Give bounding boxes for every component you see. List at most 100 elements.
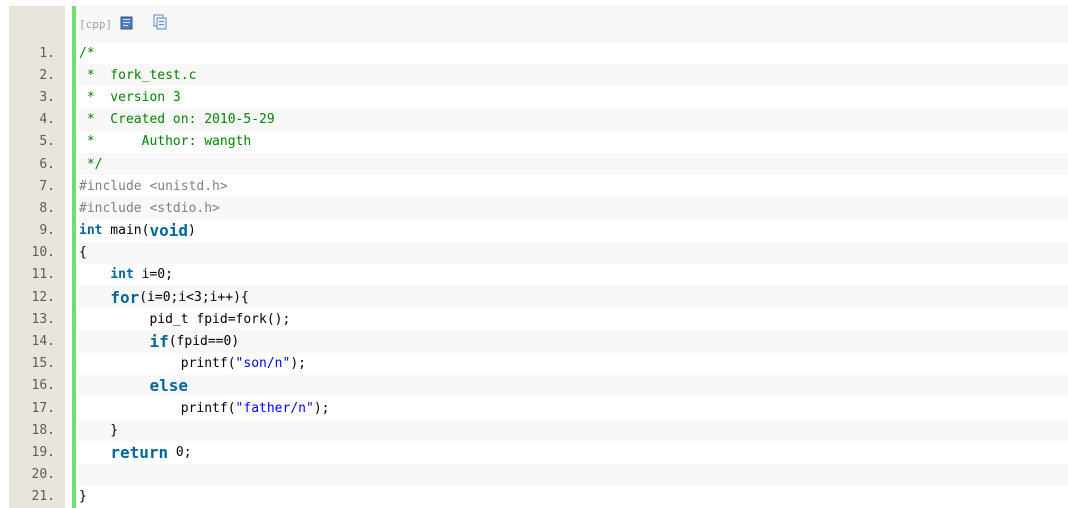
line-number: 10. <box>31 245 55 261</box>
code-token: pid_t fpid=fork(); <box>79 311 291 327</box>
code-token: * fork_test.c <box>79 67 197 83</box>
code-token: void <box>149 221 188 241</box>
code-text: { <box>79 241 1068 264</box>
code-token: #include <unistd.h> <box>79 178 228 194</box>
code-token: i=0; <box>133 267 173 283</box>
line-number: 13. <box>31 311 55 327</box>
code-text: for (i=0;i<3;i++){ <box>79 286 1068 309</box>
code-line: 15. printf("son/n"); <box>9 353 1068 375</box>
code-line: 5. * Author: wangth <box>9 131 1068 153</box>
code-line: 12. for (i=0;i<3;i++){ <box>9 286 1068 309</box>
code-token: return <box>110 442 169 462</box>
code-token: ); <box>290 356 306 372</box>
line-number: 11. <box>31 267 55 283</box>
code-text: } <box>79 419 1068 442</box>
code-text: int i=0; <box>79 264 1068 286</box>
code-token: int <box>79 223 103 239</box>
code-text: else <box>79 374 1068 397</box>
view-plain-icon[interactable] <box>120 15 133 34</box>
code-text: * Created on: 2010-5-29 <box>79 108 1068 131</box>
code-token: { <box>79 245 87 261</box>
code-token: */ <box>79 156 103 172</box>
code-token: "father/n" <box>235 400 314 416</box>
code-token: } <box>79 489 87 505</box>
code-token: ); <box>313 400 330 416</box>
code-line: 16. else <box>9 374 1068 397</box>
line-number: 4. <box>39 112 55 128</box>
code-line: 17. printf("father/n"); <box>9 397 1068 419</box>
code-line: 21.} <box>9 486 1068 508</box>
line-number: 5. <box>39 134 55 150</box>
line-number: 15. <box>31 356 55 372</box>
code-token: "son/n" <box>235 356 291 372</box>
code-text: * fork_test.c <box>79 64 1068 87</box>
code-text: if (fpid==0) <box>79 330 1068 353</box>
code-token: ) <box>187 223 196 239</box>
code-token: /* <box>79 45 95 61</box>
code-line: 9. int main(void) <box>9 220 1068 242</box>
code-token: printf( <box>79 400 236 416</box>
code-text: * Author: wangth <box>79 131 1068 153</box>
code-line: 7. #include <unistd.h> <box>9 175 1068 197</box>
line-number: 7. <box>39 178 55 194</box>
line-number: 14. <box>31 334 55 350</box>
code-token: for <box>110 287 140 307</box>
code-text: return 0; <box>79 441 1068 463</box>
line-number: 9. <box>39 223 55 239</box>
code-line: 2. * fork_test.c <box>9 64 1068 87</box>
code-line: 19. return 0; <box>9 441 1068 463</box>
code-token: printf( <box>79 356 236 372</box>
copy-icon[interactable] <box>153 14 167 34</box>
code-line: 3. * version 3 <box>9 86 1068 108</box>
code-line: 14. if (fpid==0) <box>9 330 1068 353</box>
code-line: 8. #include <stdio.h> <box>9 197 1068 220</box>
code-token: } <box>79 422 119 438</box>
code-text: printf("father/n"); <box>79 397 1068 419</box>
code-line: 6. */ <box>9 152 1068 176</box>
line-number: 12. <box>31 289 55 305</box>
code-text: * version 3 <box>79 86 1068 108</box>
code-token: 0; <box>168 444 192 460</box>
code-token: * version 3 <box>79 89 181 105</box>
code-token: else <box>149 376 188 396</box>
line-number: 3. <box>39 89 55 105</box>
code-text <box>79 463 1068 486</box>
line-number: 20. <box>31 467 55 483</box>
code-text: /* <box>79 42 1068 64</box>
code-text: pid_t fpid=fork(); <box>79 308 1068 330</box>
code-lines: 1./* 2. * fork_test.c 3. * version 3 4. * C… <box>9 42 1068 508</box>
line-number: 16. <box>31 378 55 394</box>
code-text: printf("son/n"); <box>79 353 1068 375</box>
code-toolbar: [cpp] <box>79 6 1068 42</box>
code-token: if <box>149 332 169 352</box>
code-text: #include <stdio.h> <box>79 197 1068 220</box>
code-token: * Created on: 2010-5-29 <box>79 112 275 128</box>
code-line: 20. <box>9 463 1068 486</box>
code-text: #include <unistd.h> <box>79 175 1068 197</box>
code-token: main( <box>102 223 150 239</box>
code-line: 13. pid_t fpid=fork(); <box>9 308 1068 330</box>
code-line: 10. { <box>9 241 1068 264</box>
line-number: 17. <box>31 400 55 416</box>
line-number: 21. <box>31 489 55 505</box>
code-line: 18. } <box>9 419 1068 442</box>
line-number: 6. <box>39 156 55 172</box>
code-token: int <box>110 267 134 283</box>
code-block: [cpp] 1./* 2. * fork_test.c 3. * version 3… <box>9 6 1068 508</box>
code-token: (fpid==0) <box>168 334 240 350</box>
code-token: (i=0;i<3;i++){ <box>139 289 249 305</box>
code-line: 11. int i=0; <box>9 264 1068 286</box>
code-token: * Author: wangth <box>79 134 252 150</box>
code-text: int main(void) <box>79 220 1068 242</box>
code-text: */ <box>79 152 1068 176</box>
line-number: 2. <box>39 67 55 83</box>
language-label: [cpp] <box>79 17 113 31</box>
line-number: 19. <box>31 444 55 460</box>
code-text: } <box>79 486 1068 508</box>
line-number: 8. <box>39 200 55 216</box>
